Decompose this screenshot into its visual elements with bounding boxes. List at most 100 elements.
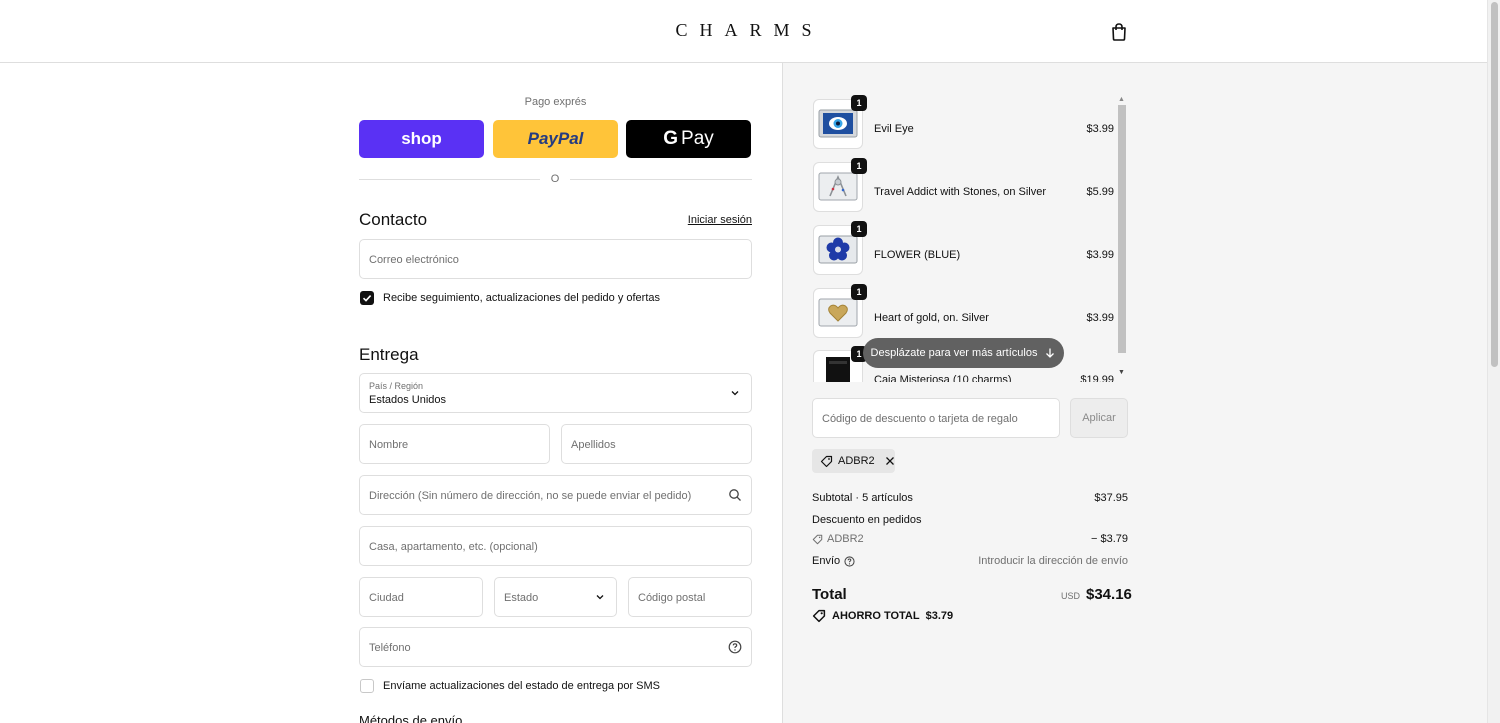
shopping-bag-icon (1112, 23, 1126, 41)
cart-item: 1 Heart of gold, on. Silver $3.99 (812, 284, 1117, 338)
cart-item: 1 Evil Eye $3.99 (812, 95, 1117, 149)
shop-pay-button[interactable]: shop (359, 120, 484, 158)
total-label: Total (812, 586, 847, 603)
zip-field[interactable]: Código postal (628, 577, 752, 617)
country-label: País / Región (369, 381, 424, 391)
discount-code-info: ADBR2 (812, 533, 1128, 545)
discount-value: − $3.79 (1090, 533, 1128, 545)
help-circle-icon[interactable] (728, 640, 742, 654)
page-scrollbar[interactable] (1487, 0, 1500, 723)
or-divider-text: O (550, 173, 560, 185)
last-name-field[interactable]: Apellidos (561, 424, 752, 464)
chevron-down-icon (731, 391, 739, 396)
quantity-badge: 1 (851, 158, 867, 174)
shipping-row: Envío Introducir la dirección de envío (812, 555, 1128, 567)
contact-title: Contacto (359, 210, 428, 229)
order-discount-label: Descuento en pedidos (812, 514, 922, 526)
cart-list-scrollbar[interactable]: ▲ ▼ (1116, 95, 1128, 382)
apartment-placeholder: Casa, apartamento, etc. (opcional) (369, 541, 538, 553)
state-placeholder: Estado (504, 592, 539, 604)
address-field[interactable]: Dirección (Sin número de dirección, no s… (359, 475, 752, 515)
shipping-label: Envío (812, 555, 841, 567)
total-amount: $34.16 (1086, 586, 1132, 603)
last-name-placeholder: Apellidos (571, 439, 616, 451)
subtotal-label: Subtotal · 5 artículos (812, 492, 913, 504)
sms-label: Envíame actualizaciones del estado de en… (383, 680, 660, 692)
total-currency: USD (1061, 591, 1081, 601)
state-select[interactable]: Estado (494, 577, 617, 617)
item-name: Travel Addict with Stones, on Silver (874, 186, 1047, 198)
scroll-up-arrow-icon[interactable]: ▲ (1118, 96, 1125, 103)
site-header: CHARMS (0, 0, 1487, 63)
newsletter-checkbox-row[interactable]: Recibe seguimiento, actualizaciones del … (360, 291, 660, 305)
discount-placeholder: Código de descuento o tarjeta de regalo (822, 413, 1018, 425)
country-select[interactable]: País / Región Estados Unidos (359, 373, 752, 413)
shipping-methods-title: Métodos de envío (359, 713, 463, 723)
subtotal-value: $37.95 (1094, 492, 1128, 504)
item-name: FLOWER (BLUE) (874, 249, 961, 261)
brand-logo[interactable]: CHARMS (0, 20, 1487, 41)
phone-field[interactable]: Teléfono (359, 627, 752, 667)
quantity-badge: 1 (851, 221, 867, 237)
tag-icon (820, 455, 833, 467)
discount-code-row: ADBR2 − $3.79 (812, 533, 1128, 545)
cart-item: 1 Travel Addict with Stones, on Silver $… (812, 158, 1117, 212)
google-g-icon: G (663, 128, 679, 149)
item-name: Evil Eye (874, 123, 914, 135)
item-price: $3.99 (1086, 312, 1114, 324)
cart-list-scrollbar-thumb[interactable] (1118, 105, 1126, 353)
express-checkout-title: Pago exprés (524, 96, 587, 108)
applied-discount-chip: ADBR2 (812, 449, 895, 473)
applied-code-label: ADBR2 (838, 455, 875, 467)
savings-label: AHORRO TOTAL (832, 610, 920, 622)
phone-placeholder: Teléfono (369, 642, 411, 654)
page-scrollbar-thumb[interactable] (1491, 2, 1498, 367)
apply-discount-button[interactable]: Aplicar (1070, 398, 1128, 438)
first-name-placeholder: Nombre (369, 439, 409, 451)
arrow-down-icon (1046, 348, 1055, 358)
discount-code-input[interactable]: Código de descuento o tarjeta de regalo (812, 398, 1060, 438)
delivery-title: Entrega (359, 345, 419, 364)
cart-button[interactable] (1108, 21, 1130, 43)
item-name: Heart of gold, on. Silver (874, 312, 989, 324)
country-value: Estados Unidos (369, 394, 447, 406)
scroll-more-items-button[interactable]: Desplázate para ver más artículos (863, 338, 1064, 368)
help-circle-icon[interactable] (844, 555, 855, 567)
order-discount-row: Descuento en pedidos (812, 514, 1128, 526)
shipping-value: Introducir la dirección de envío (978, 555, 1128, 567)
newsletter-label: Recibe seguimiento, actualizaciones del … (383, 292, 660, 304)
check-icon (362, 295, 372, 302)
item-price: $5.99 (1086, 186, 1114, 198)
item-price: $19.99 (1080, 374, 1114, 382)
tag-icon (812, 609, 826, 623)
quantity-badge: 1 (851, 95, 867, 111)
search-icon (729, 489, 741, 501)
scroll-down-arrow-icon[interactable]: ▼ (1118, 369, 1125, 376)
login-link[interactable]: Iniciar sesión (652, 214, 752, 226)
close-icon (885, 457, 894, 465)
sms-checkbox-row[interactable]: Envíame actualizaciones del estado de en… (360, 679, 660, 693)
first-name-field[interactable]: Nombre (359, 424, 550, 464)
email-field[interactable]: Correo electrónico (359, 239, 752, 279)
tag-icon (812, 534, 823, 544)
item-price: $3.99 (1086, 249, 1114, 261)
gpay-label: Pay (681, 128, 714, 149)
chevron-down-icon (596, 595, 604, 600)
item-name: Caja Misteriosa (10 charms) (874, 374, 1012, 382)
discount-code-label: ADBR2 (827, 533, 864, 545)
apartment-field[interactable]: Casa, apartamento, etc. (opcional) (359, 526, 752, 566)
divider-left (359, 179, 540, 180)
subtotal-row: Subtotal · 5 artículos $37.95 (812, 492, 1128, 504)
paypal-button[interactable]: PayPal (493, 120, 618, 158)
savings-value: $3.79 (925, 610, 954, 622)
total-savings: AHORRO TOTAL $3.79 (812, 609, 953, 623)
newsletter-checkbox[interactable] (360, 291, 374, 305)
remove-discount-button[interactable] (885, 456, 895, 466)
divider-right (570, 179, 752, 180)
google-pay-button[interactable]: G Pay (626, 120, 751, 158)
sms-checkbox[interactable] (360, 679, 374, 693)
city-field[interactable]: Ciudad (359, 577, 483, 617)
email-placeholder: Correo electrónico (369, 254, 459, 266)
quantity-badge: 1 (851, 284, 867, 300)
zip-placeholder: Código postal (638, 592, 706, 604)
